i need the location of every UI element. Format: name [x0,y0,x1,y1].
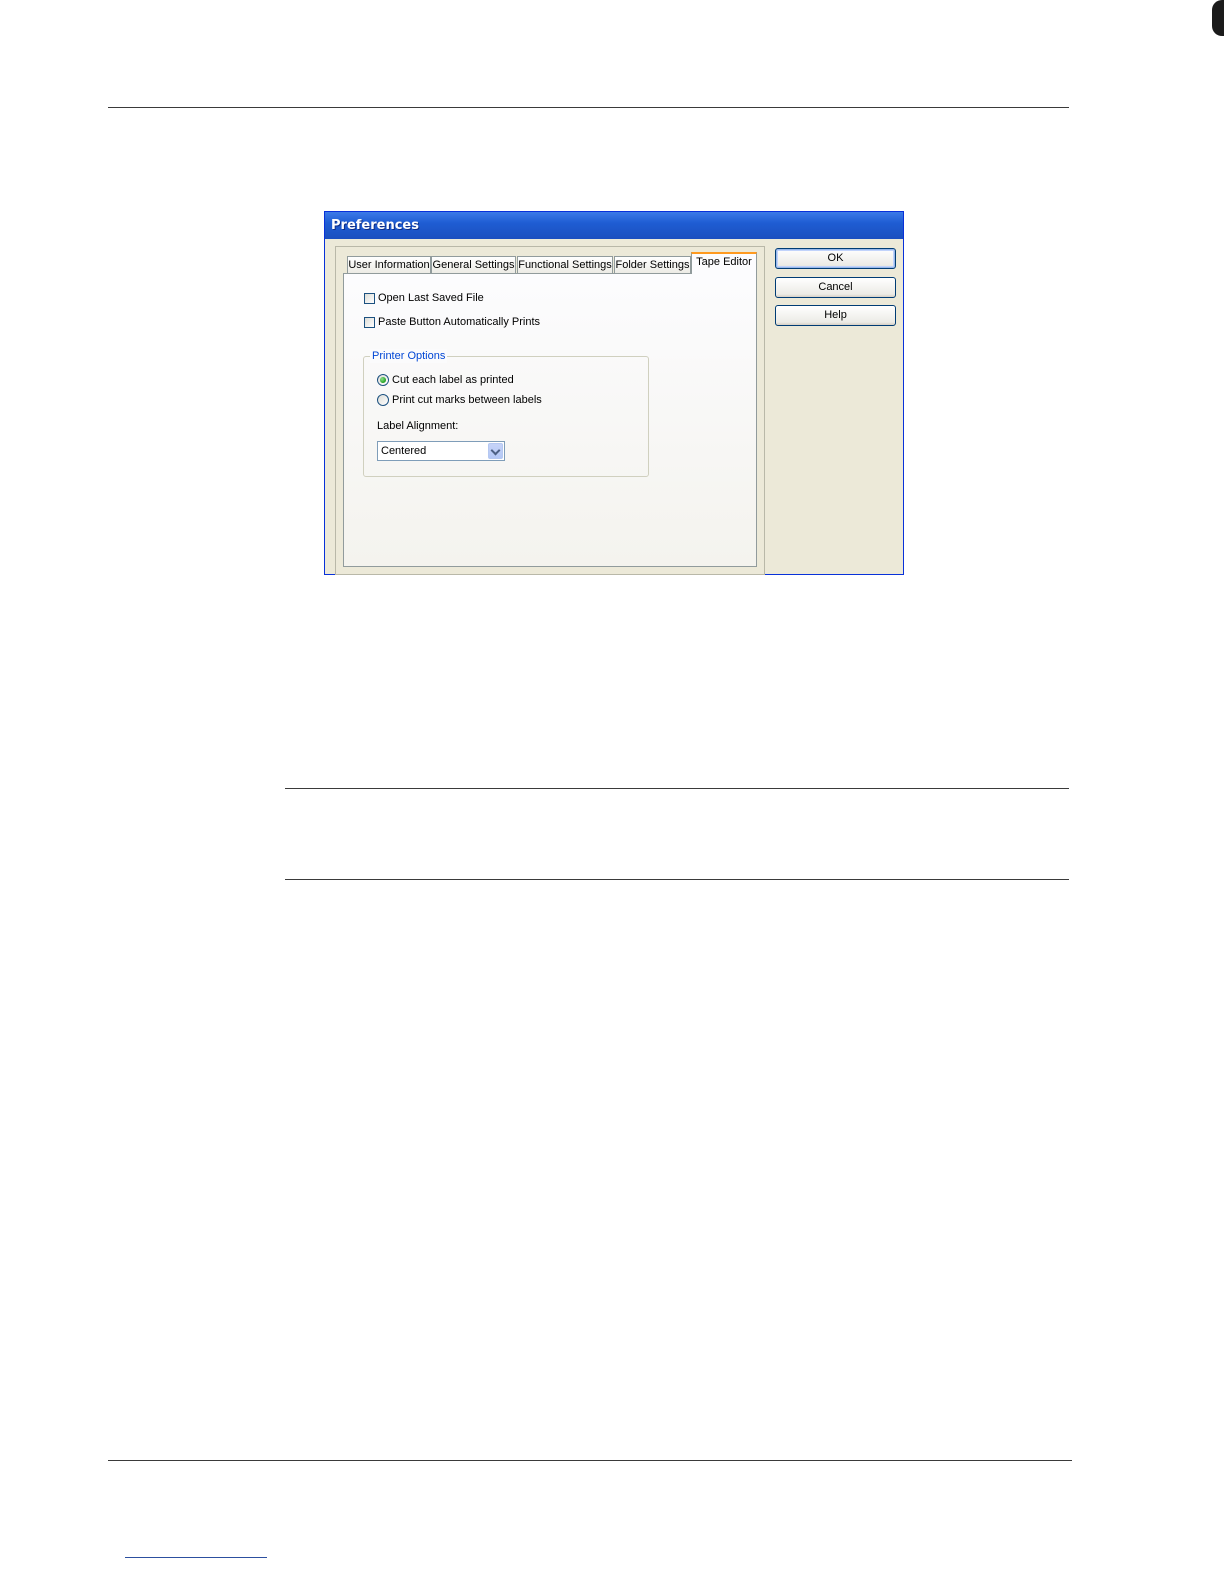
help-button[interactable]: Help [775,305,896,326]
cut-each-label-option[interactable]: Cut each label as printed [377,373,514,387]
ok-button[interactable]: OK [775,248,896,269]
cut-marks-option[interactable]: Print cut marks between labels [377,393,542,407]
header-rule [108,107,1069,108]
label-alignment-select[interactable]: Centered [377,441,505,461]
preferences-dialog: Preferences User Information General Set… [324,211,904,575]
section-rule-bottom [285,879,1069,880]
tape-editor-panel: Open Last Saved File Paste Button Automa… [343,273,757,567]
cut-each-label-text: Cut each label as printed [392,374,514,386]
tab-user-information[interactable]: User Information [347,256,431,273]
tab-folder-settings[interactable]: Folder Settings [614,256,691,273]
tab-general-settings[interactable]: General Settings [431,256,516,273]
dialog-client-area: User Information General Settings Functi… [328,239,900,575]
printer-options-legend: Printer Options [370,349,448,363]
label-alignment-value: Centered [381,445,427,457]
paste-auto-print-checkbox[interactable] [364,316,375,328]
dialog-title: Preferences [331,218,419,233]
tab-functional-settings[interactable]: Functional Settings [517,256,613,273]
section-rule-top [285,788,1069,789]
footer-link-underline [125,1557,267,1558]
page-corner-mark [1212,0,1224,36]
tab-tape-editor[interactable]: Tape Editor [691,252,757,274]
paste-auto-print-option[interactable]: Paste Button Automatically Prints [364,315,540,329]
printer-options-group: Printer Options Cut each label as printe… [363,349,649,477]
open-last-saved-label: Open Last Saved File [378,292,484,304]
chevron-down-icon[interactable] [488,443,503,459]
cancel-button[interactable]: Cancel [775,277,896,298]
paste-auto-print-label: Paste Button Automatically Prints [378,316,541,328]
open-last-saved-checkbox[interactable] [364,292,375,304]
cut-marks-radio[interactable] [377,394,389,406]
open-last-saved-option[interactable]: Open Last Saved File [364,291,484,305]
cut-each-label-radio[interactable] [377,374,389,386]
cut-marks-text: Print cut marks between labels [392,394,542,406]
footer-rule [108,1460,1072,1461]
dialog-titlebar[interactable]: Preferences [325,212,903,239]
label-alignment-label: Label Alignment: [377,420,459,432]
